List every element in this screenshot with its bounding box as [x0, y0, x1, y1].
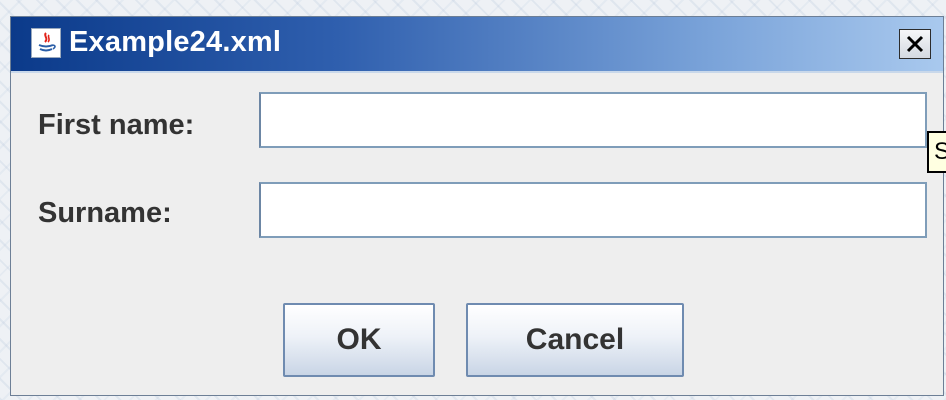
surname-label: Surname: — [38, 197, 172, 229]
surname-input[interactable] — [261, 184, 925, 236]
tooltip-text: S — [934, 138, 946, 165]
cancel-button[interactable]: Cancel — [466, 303, 684, 377]
close-button[interactable] — [899, 29, 931, 59]
dialog-window: Example24.xml First name: S Surname: OK … — [10, 16, 946, 396]
close-icon — [906, 35, 924, 53]
first-name-input[interactable] — [261, 94, 925, 146]
first-name-field[interactable] — [259, 92, 927, 148]
java-icon — [31, 28, 61, 58]
cancel-button-label: Cancel — [525, 323, 625, 356]
surname-field[interactable] — [259, 182, 927, 238]
window-title: Example24.xml — [69, 26, 282, 58]
ok-button-label: OK — [336, 323, 382, 356]
title-bar[interactable]: Example24.xml — [11, 17, 943, 73]
first-name-label: First name: — [38, 109, 195, 141]
ok-button[interactable]: OK — [283, 303, 435, 377]
tooltip: S — [927, 131, 946, 173]
